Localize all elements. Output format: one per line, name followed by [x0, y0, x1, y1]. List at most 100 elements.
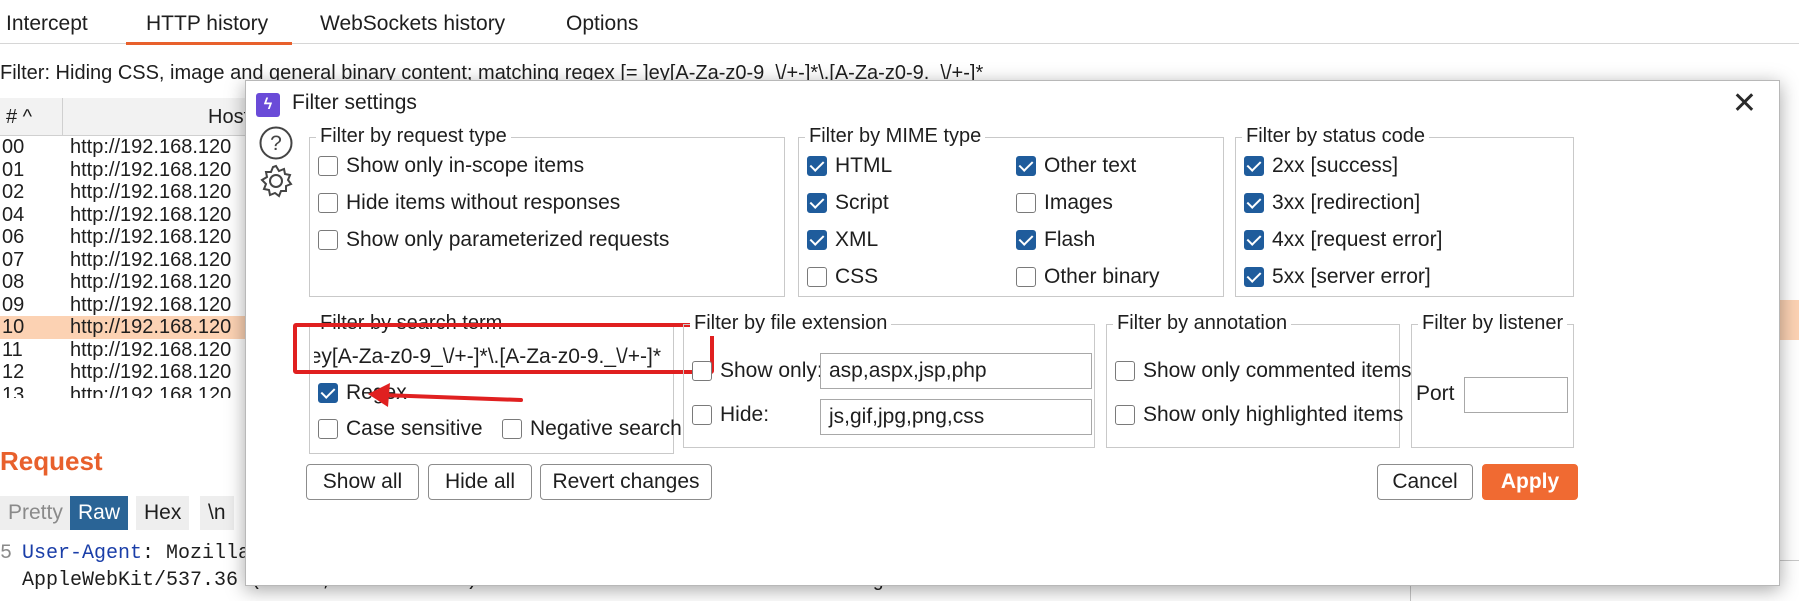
row-number: 07	[2, 248, 25, 271]
help-icon[interactable]: ?	[258, 125, 294, 161]
checkbox-label: Show only highlighted items	[1143, 403, 1404, 426]
table-row[interactable]: 10 http://192.168.120	[0, 316, 260, 339]
close-icon[interactable]: ✕	[1732, 87, 1757, 121]
annotation-group: Filter by annotation Show only commented…	[1106, 310, 1411, 448]
checkbox-box[interactable]	[692, 361, 712, 381]
checkbox-box[interactable]	[1244, 230, 1264, 250]
header-value: : Mozilla	[142, 542, 251, 565]
request-panel-title: Request	[0, 446, 103, 476]
row-number: 00	[2, 136, 25, 158]
checkbox-label: Show only:	[720, 359, 823, 382]
checkbox-box[interactable]	[1016, 267, 1036, 287]
table-row[interactable]: 00 http://192.168.120	[0, 136, 260, 159]
table-row[interactable]: 07 http://192.168.120	[0, 249, 260, 272]
annotation-arrow-icon	[368, 383, 523, 407]
show-all-button[interactable]: Show all	[306, 464, 419, 500]
filter-settings-dialog: ϟ Filter settings ✕ ? Filter by request …	[245, 80, 1780, 586]
row-host: http://192.168.120	[70, 316, 232, 338]
table-row[interactable]: 08 http://192.168.120	[0, 271, 260, 294]
checkbox-label: Other binary	[1044, 265, 1160, 288]
checkbox-box[interactable]	[1244, 267, 1264, 287]
history-table-body: 00 http://192.168.120 01 http://192.168.120…	[0, 136, 260, 398]
checkbox-box[interactable]	[318, 156, 338, 176]
tab-options[interactable]: Options	[566, 0, 638, 44]
table-row[interactable]: 04 http://192.168.120	[0, 204, 260, 227]
status-code-group: Filter by status code 2xx [success] 3xx […	[1235, 123, 1574, 297]
checkbox-box[interactable]	[692, 405, 712, 425]
tab-newline[interactable]: \n	[200, 496, 234, 530]
port-label: Port	[1416, 382, 1455, 405]
checkbox-box[interactable]	[1115, 405, 1135, 425]
apply-button[interactable]: Apply	[1482, 464, 1578, 500]
group-title: Filter by request type	[316, 123, 511, 149]
table-row[interactable]: 13 http://192.168.120	[0, 384, 260, 399]
checkbox-box[interactable]	[1115, 361, 1135, 381]
row-host: http://192.168.120	[70, 383, 232, 399]
checkbox-box[interactable]	[1244, 156, 1264, 176]
row-host: http://192.168.120	[70, 203, 232, 226]
svg-text:?: ?	[270, 132, 282, 155]
checkbox-box[interactable]	[318, 193, 338, 213]
checkbox-label: HTML	[835, 154, 893, 177]
tab-pretty[interactable]: Pretty	[0, 496, 71, 530]
gear-icon[interactable]	[258, 163, 294, 199]
checkbox-box[interactable]	[318, 419, 338, 439]
table-row[interactable]: 09 http://192.168.120	[0, 294, 260, 317]
tab-http-history[interactable]: HTTP history	[125, 0, 293, 45]
checkbox-label: Flash	[1044, 228, 1096, 251]
tab-websockets-history[interactable]: WebSockets history	[320, 0, 505, 44]
show-only-extensions-input[interactable]: asp,aspx,jsp,php	[820, 353, 1092, 389]
checkbox-box[interactable]	[1016, 156, 1036, 176]
tab-raw[interactable]: Raw	[70, 496, 129, 530]
request-type-group: Filter by request type Show only in-scop…	[309, 123, 785, 297]
table-row[interactable]: 06 http://192.168.120	[0, 226, 260, 249]
checkbox-box[interactable]	[807, 193, 827, 213]
column-host-header[interactable]: Host	[208, 106, 249, 129]
checkbox-box[interactable]	[807, 267, 827, 287]
checkbox-label: CSS	[835, 265, 879, 288]
cancel-button[interactable]: Cancel	[1377, 464, 1473, 500]
revert-changes-button[interactable]: Revert changes	[540, 464, 712, 500]
row-host: http://192.168.120	[70, 158, 232, 181]
row-number: 10	[2, 316, 25, 338]
filter-bar[interactable]: Filter: Hiding CSS, image and general bi…	[0, 45, 1799, 85]
row-number: 09	[2, 293, 25, 316]
checkbox-box[interactable]	[1244, 193, 1264, 213]
checkbox-box[interactable]	[807, 156, 827, 176]
checkbox-box[interactable]	[318, 230, 338, 250]
column-number-header[interactable]: # ^	[6, 106, 32, 129]
checkbox-label: Script	[835, 191, 889, 214]
table-row[interactable]: 11 http://192.168.120	[0, 339, 260, 362]
checkbox-box[interactable]	[318, 383, 338, 403]
hide-all-button[interactable]: Hide all	[428, 464, 532, 500]
row-number: 11	[2, 338, 23, 361]
checkbox-label: Negative search	[530, 417, 682, 440]
row-host: http://192.168.120	[70, 226, 232, 248]
row-host: http://192.168.120	[70, 248, 232, 271]
row-number: 06	[2, 226, 25, 248]
port-input[interactable]	[1464, 377, 1568, 413]
row-host: http://192.168.120	[70, 338, 232, 361]
checkbox-label: XML	[835, 228, 879, 251]
checkbox-label: Show only parameterized requests	[346, 228, 670, 251]
burp-lightning-icon: ϟ	[256, 93, 280, 117]
mime-type-group: Filter by MIME type HTML Other text Script…	[798, 123, 1224, 297]
tab-intercept[interactable]: Intercept	[6, 0, 88, 44]
checkbox-box[interactable]	[1016, 230, 1036, 250]
checkbox-box[interactable]	[502, 419, 522, 439]
table-row[interactable]: 01 http://192.168.120	[0, 159, 260, 182]
checkbox-label: Hide items without responses	[346, 191, 621, 214]
dialog-title-bar: ϟ Filter settings ✕	[246, 81, 1779, 129]
checkbox-box[interactable]	[1016, 193, 1036, 213]
checkbox-label: Show only commented items	[1143, 359, 1412, 382]
table-row[interactable]: 02 http://192.168.120	[0, 181, 260, 204]
row-number: 13	[2, 383, 25, 399]
row-number: 12	[2, 361, 25, 383]
selected-row-highlight-edge	[1778, 300, 1799, 340]
checkbox-box[interactable]	[807, 230, 827, 250]
tab-hex[interactable]: Hex	[136, 496, 190, 530]
checkbox-label: 5xx [server error]	[1272, 265, 1431, 288]
hide-extensions-input[interactable]: js,gif,jpg,png,css	[820, 399, 1092, 435]
table-row[interactable]: 12 http://192.168.120	[0, 361, 260, 384]
search-term-input[interactable]: ey[A-Za-z0-9_\/+-]*\.[A-Za-z0-9._\/+-]*	[314, 340, 669, 376]
